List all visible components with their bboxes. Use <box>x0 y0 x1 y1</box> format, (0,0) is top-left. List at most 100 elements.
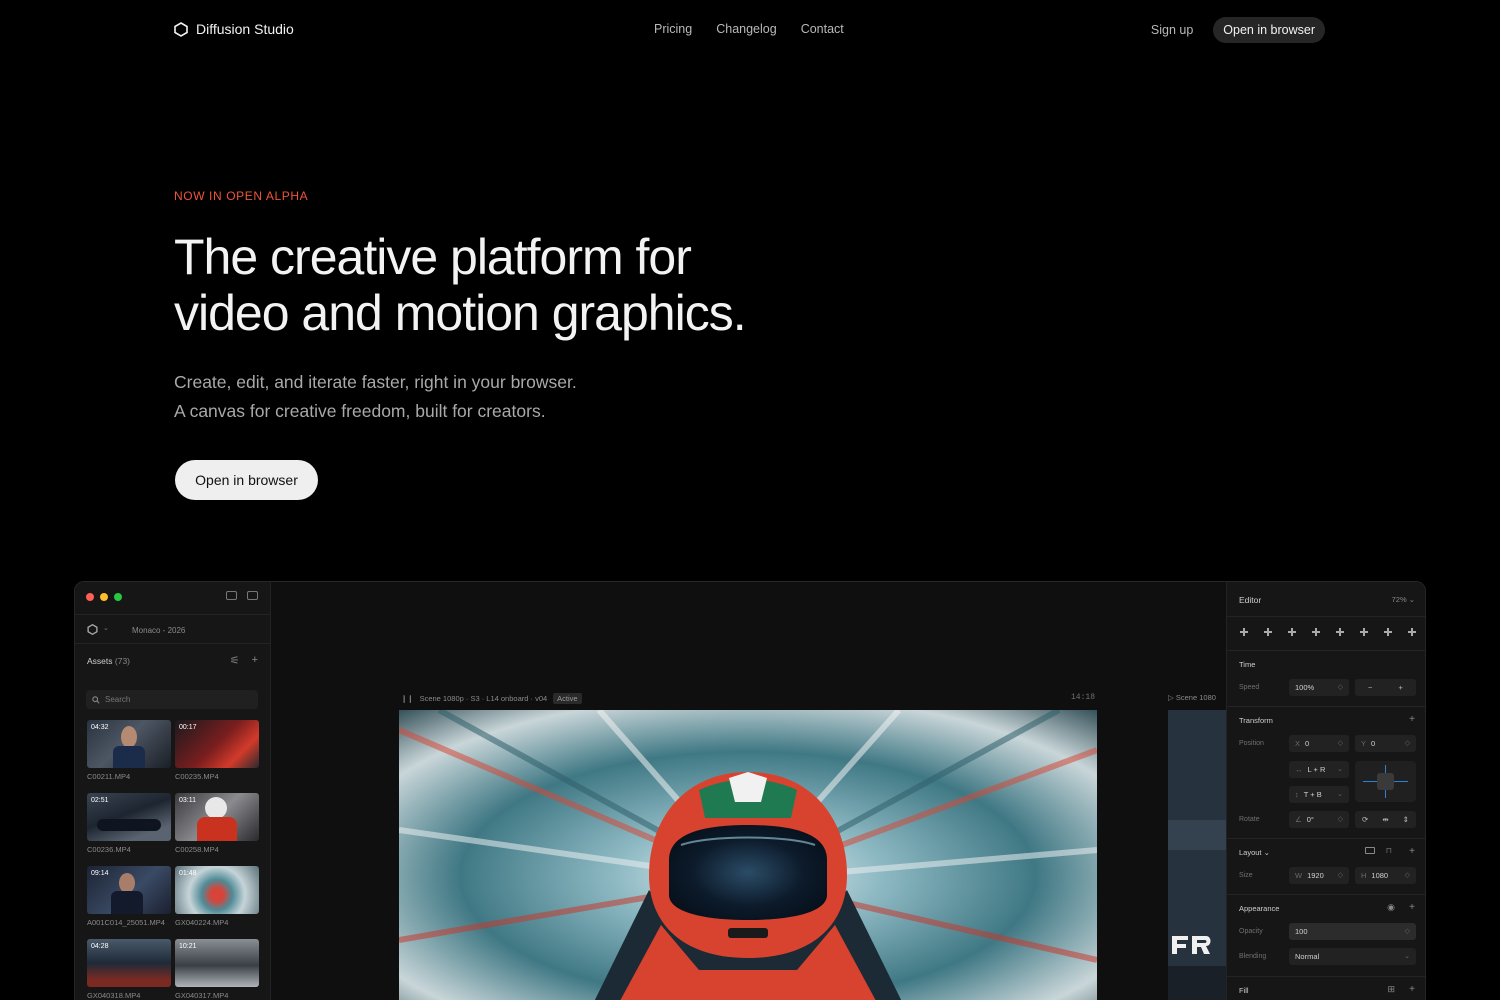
rotate-icon[interactable]: ⟳ <box>1362 815 1368 824</box>
distribute-h-icon[interactable] <box>1383 628 1393 636</box>
add-fill-icon[interactable]: + <box>1409 984 1415 995</box>
chevron-down-icon: ⌄ <box>1337 791 1343 798</box>
keyframe-icon[interactable]: ◇ <box>1338 739 1343 747</box>
width-value: 1920 <box>1307 871 1324 880</box>
layout-section-label: Layout <box>1239 848 1262 857</box>
constraint-box <box>1377 773 1394 790</box>
asset-thumbnail: 00:17 <box>175 720 259 768</box>
subtitle-line-1: Create, edit, and iterate faster, right … <box>174 372 577 392</box>
position-y-input[interactable]: Y 0 ◇ <box>1355 735 1416 752</box>
flip-vertical-icon[interactable]: ⇕ <box>1403 815 1409 824</box>
nav-open-in-browser-button[interactable]: Open in browser <box>1213 17 1325 43</box>
layout-section-title[interactable]: Layout ⌄ <box>1239 848 1270 857</box>
next-scene-preview[interactable] <box>1168 710 1226 1000</box>
rotate-input[interactable]: ∠ 0° ◇ <box>1289 811 1349 828</box>
asset-item[interactable]: 09:14 A001C014_25051.MP4 <box>87 866 171 933</box>
align-center-h-icon[interactable] <box>1263 628 1273 636</box>
close-window-button[interactable] <box>86 593 94 601</box>
keyframe-icon[interactable]: ◇ <box>1338 683 1343 691</box>
hero-open-in-browser-button[interactable]: Open in browser <box>175 460 318 500</box>
scene-title: Scene 1080p · S3 · L14 onboard · v04 <box>419 694 548 703</box>
next-scene-title: Scene 1080 <box>1175 693 1216 702</box>
divider <box>1227 976 1425 977</box>
speed-label: Speed <box>1239 684 1260 691</box>
asset-thumbnail: 04:28 <box>87 939 171 987</box>
asset-item[interactable]: 04:32 C00211.MP4 <box>87 720 171 787</box>
scene-header: ❙❙ Scene 1080p · S3 · L14 onboard · v04 … <box>401 693 1097 704</box>
vertical-constraint-select[interactable]: ↕ T + B ⌄ <box>1289 786 1349 803</box>
scene-preview-canvas[interactable] <box>399 710 1097 1000</box>
constraint-pad[interactable] <box>1355 761 1416 802</box>
asset-item[interactable]: 02:51 C00236.MP4 <box>87 793 171 860</box>
eye-icon[interactable]: ◉ <box>1387 902 1395 913</box>
layout-icon[interactable] <box>226 591 237 600</box>
distribute-v-icon[interactable] <box>1407 628 1417 636</box>
asset-filename: C00236.MP4 <box>87 845 131 854</box>
align-middle-icon[interactable] <box>1335 628 1345 636</box>
asset-item[interactable]: 10:21 GX040317.MP4 <box>175 939 259 1000</box>
speed-stepper[interactable]: − + <box>1355 679 1416 696</box>
sidebar-toggle-icon[interactable] <box>247 591 258 600</box>
asset-item[interactable]: 00:17 C00235.MP4 <box>175 720 259 787</box>
align-left-icon[interactable] <box>1239 628 1249 636</box>
align-right-icon[interactable] <box>1287 628 1297 636</box>
assets-tools: ⚟ + <box>230 654 258 667</box>
speed-input[interactable]: 100% ◇ <box>1289 679 1349 696</box>
asset-search-input[interactable]: Search <box>86 690 258 709</box>
add-transform-icon[interactable]: + <box>1409 714 1415 725</box>
add-asset-icon[interactable]: + <box>252 654 258 667</box>
opacity-value: 100 <box>1295 927 1308 936</box>
keyframe-icon[interactable]: ◇ <box>1338 815 1343 823</box>
inspector-title: Editor <box>1239 595 1262 605</box>
add-appearance-icon[interactable]: + <box>1409 902 1415 913</box>
blending-select[interactable]: Normal ⌄ <box>1289 948 1416 965</box>
align-top-icon[interactable] <box>1311 628 1321 636</box>
frame-icon[interactable] <box>1365 847 1375 854</box>
play-icon[interactable]: ▷ <box>1168 693 1174 702</box>
flip-horizontal-icon[interactable]: ⇹ <box>1382 815 1388 824</box>
signup-link[interactable]: Sign up <box>1151 23 1193 37</box>
flip-controls: ⟳ ⇹ ⇕ <box>1355 811 1416 828</box>
asset-item[interactable]: 01:48 GX040224.MP4 <box>175 866 259 933</box>
asset-item[interactable]: 03:11 C00258.MP4 <box>175 793 259 860</box>
grid-icon[interactable]: ⊞ <box>1387 984 1395 995</box>
maximize-window-button[interactable] <box>114 593 122 601</box>
zoom-dropdown[interactable]: 72% ⌄ <box>1392 595 1415 604</box>
nav-link-pricing[interactable]: Pricing <box>654 22 692 36</box>
horizontal-constraint-value: L + R <box>1307 765 1326 774</box>
rotate-value: 0° <box>1306 815 1314 824</box>
horizontal-constraint-select[interactable]: ↔ L + R ⌄ <box>1289 761 1349 778</box>
keyframe-icon[interactable]: ◇ <box>1405 739 1410 747</box>
lock-icon[interactable]: ⊓ <box>1386 846 1392 855</box>
width-input[interactable]: W 1920 ◇ <box>1289 867 1349 884</box>
asset-item[interactable]: 04:28 GX040318.MP4 <box>87 939 171 1000</box>
increase-speed-icon[interactable]: + <box>1399 683 1403 692</box>
align-bottom-icon[interactable] <box>1359 628 1369 636</box>
headline-line-2: video and motion graphics. <box>174 285 747 341</box>
asset-thumbnail: 02:51 <box>87 793 171 841</box>
pause-icon[interactable]: ❙❙ <box>401 694 414 703</box>
nav-actions: Sign up Open in browser <box>1151 17 1325 43</box>
keyframe-icon[interactable]: ◇ <box>1405 927 1410 935</box>
decrease-speed-icon[interactable]: − <box>1368 683 1372 692</box>
nav-link-changelog[interactable]: Changelog <box>716 22 776 36</box>
divider <box>1227 616 1425 617</box>
filter-icon[interactable]: ⚟ <box>230 654 240 667</box>
keyframe-icon[interactable]: ◇ <box>1405 871 1410 879</box>
project-selector[interactable]: ⌄ Monaco - 2026 <box>75 614 271 644</box>
assets-count: (73) <box>114 656 131 666</box>
add-layout-icon[interactable]: + <box>1409 846 1415 857</box>
brand-link[interactable]: Diffusion Studio <box>174 21 294 37</box>
position-x-input[interactable]: X 0 ◇ <box>1289 735 1349 752</box>
asset-duration: 09:14 <box>91 870 109 877</box>
keyframe-icon[interactable]: ◇ <box>1338 871 1343 879</box>
horizontal-constraint-icon: ↔ <box>1295 765 1303 774</box>
minimize-window-button[interactable] <box>100 593 108 601</box>
nav-link-contact[interactable]: Contact <box>801 22 844 36</box>
inspector-panel: Editor 72% ⌄ Time Speed 100% ◇ − + Transfo… <box>1226 582 1425 1000</box>
subtitle-line-2: A canvas for creative freedom, built for… <box>174 401 546 421</box>
height-input[interactable]: H 1080 ◇ <box>1355 867 1416 884</box>
divider <box>1227 650 1425 651</box>
brand-name: Diffusion Studio <box>196 21 294 37</box>
opacity-input[interactable]: 100 ◇ <box>1289 923 1416 940</box>
